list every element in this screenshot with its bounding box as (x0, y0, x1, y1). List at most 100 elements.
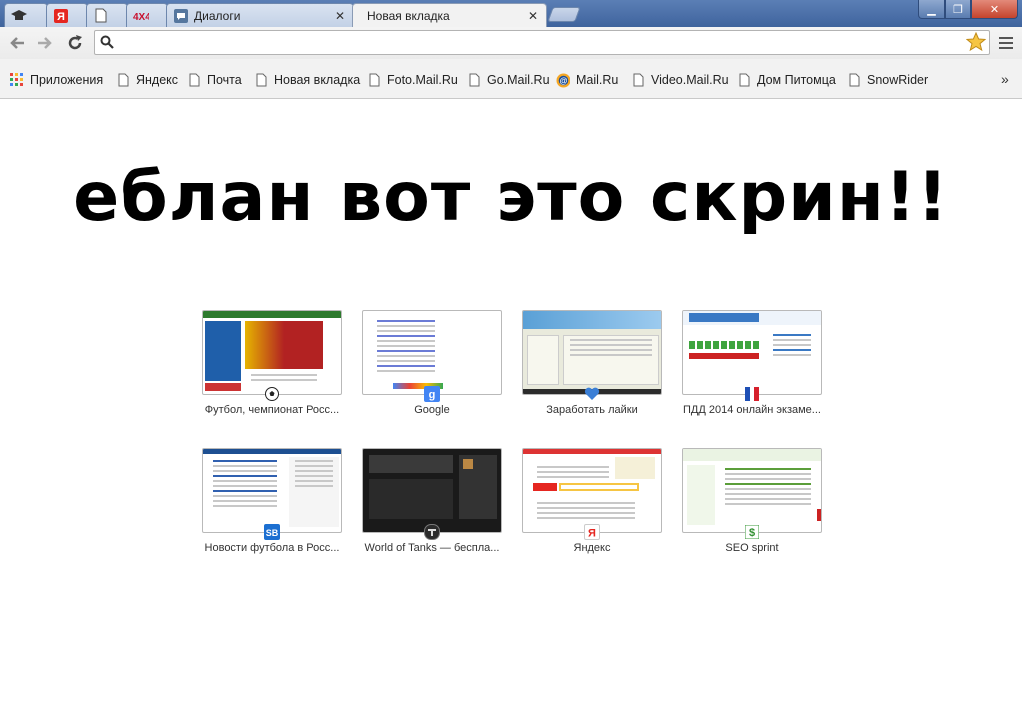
minimize-button[interactable]: ▁ (918, 0, 945, 19)
most-visited-tile[interactable]: Я Яндекс (522, 448, 662, 554)
flag-icon (744, 386, 760, 402)
most-visited-tile[interactable]: World of Tanks — бесплa... (362, 448, 502, 554)
star-icon[interactable] (965, 31, 987, 55)
reload-button[interactable] (64, 32, 86, 54)
hamburger-line (999, 42, 1013, 44)
bookmark-item[interactable]: Foto.Mail.Ru (367, 71, 458, 89)
most-visited-tile[interactable]: ПДД 2014 онлайн экзаме... (682, 310, 822, 416)
overlay-caption: еблан вот это скрин!! (73, 158, 949, 237)
bookmark-label: Новая вкладка (274, 73, 361, 87)
bookmarks-bar: Приложения Яндекс Почта Новая вкладка Fo… (0, 59, 1022, 99)
tab-1[interactable] (4, 3, 48, 27)
svg-text:@: @ (560, 76, 568, 85)
sb-icon: SB (264, 524, 280, 540)
chat-icon (173, 8, 189, 24)
bookmark-item[interactable]: Яндекс (116, 71, 178, 89)
bookmark-label: Дом Питомца (757, 73, 836, 87)
tile-title: Футбол, чемпионат Росс... (204, 404, 340, 416)
wot-icon (424, 524, 440, 540)
4x4-icon: 4X4 (133, 8, 149, 24)
new-tab-button[interactable] (547, 7, 581, 22)
bookmarks-overflow-button[interactable]: » (1001, 71, 1009, 87)
bookmark-apps[interactable]: Приложения (10, 71, 103, 89)
soccer-ball-icon (264, 386, 280, 402)
tab-2[interactable]: Я (46, 3, 88, 27)
bookmark-item[interactable]: SnowRider (847, 71, 928, 89)
address-input[interactable] (119, 33, 959, 52)
svg-text:g: g (429, 389, 436, 401)
tile-thumbnail[interactable] (362, 448, 502, 533)
most-visited-tile[interactable]: Заработать лайки (522, 310, 662, 416)
bookmark-label: Mail.Ru (576, 73, 619, 87)
bookmark-label: Go.Mail.Ru (487, 73, 550, 87)
page-icon (467, 72, 481, 88)
page-icon (187, 72, 201, 88)
svg-text:$: $ (749, 527, 755, 539)
tile-thumbnail[interactable] (682, 310, 822, 395)
mailru-at-icon: @ (556, 72, 570, 88)
tile-title: Новости футбола в Росс... (204, 542, 340, 554)
hamburger-line (999, 47, 1013, 49)
tile-thumbnail[interactable] (522, 448, 662, 533)
tile-thumbnail[interactable] (522, 310, 662, 395)
heart-icon (584, 386, 600, 402)
bookmark-label: SnowRider (867, 73, 929, 87)
tile-thumbnail[interactable] (202, 448, 342, 533)
tab-4[interactable]: 4X4 (126, 3, 168, 27)
yandex-icon: Я (53, 8, 69, 24)
page-icon (367, 72, 381, 88)
bookmark-label: Приложения (30, 73, 104, 87)
svg-text:SB: SB (266, 528, 279, 538)
apps-grid-icon (10, 72, 24, 88)
most-visited-tile[interactable]: $ SEO sprint (682, 448, 822, 554)
most-visited-tile[interactable]: g Google (362, 310, 502, 416)
tab-title: Новая вкладка (367, 9, 450, 23)
graduation-cap-icon (11, 8, 27, 24)
close-icon[interactable]: ✕ (335, 10, 347, 22)
tab-active[interactable]: Новая вкладка ✕ (352, 3, 547, 27)
page-icon (93, 8, 109, 24)
bookmark-label: Яндекс (136, 73, 179, 87)
page-icon (116, 72, 130, 88)
reload-icon (68, 35, 82, 50)
bookmark-item[interactable]: Go.Mail.Ru (467, 71, 550, 89)
tile-thumbnail[interactable] (362, 310, 502, 395)
tile-title: SEO sprint (725, 542, 779, 554)
toolbar (0, 27, 1022, 59)
svg-text:Я: Я (57, 11, 65, 23)
title-bar: Я 4X4 Диалоги ✕ Новая вкладка ✕ ▁ ❐ ✕ (0, 0, 1022, 27)
maximize-button[interactable]: ❐ (945, 0, 971, 19)
bookmark-label: Video.Mail.Ru (651, 73, 729, 87)
omnibox[interactable] (94, 30, 990, 55)
page-icon (737, 72, 751, 88)
page-icon (847, 72, 861, 88)
bookmark-item[interactable]: Дом Питомца (737, 71, 836, 89)
forward-button[interactable] (34, 32, 56, 54)
tile-title: Google (414, 404, 450, 416)
most-visited-tile[interactable]: SB Новости футбола в Росс... (202, 448, 342, 554)
tab-5[interactable]: Диалоги ✕ (166, 3, 354, 27)
back-button[interactable] (6, 32, 28, 54)
bookmark-item[interactable]: Новая вкладка (254, 71, 360, 89)
tile-title: ПДД 2014 онлайн экзаме... (683, 404, 821, 416)
arrow-left-icon (10, 37, 24, 49)
google-icon: g (424, 386, 440, 402)
close-icon[interactable]: ✕ (528, 10, 540, 22)
page-icon (631, 72, 645, 88)
tile-thumbnail[interactable] (682, 448, 822, 533)
tile-title: Заработать лайки (546, 404, 638, 416)
yandex-icon: Я (584, 524, 600, 540)
most-visited-tile[interactable]: Футбол, чемпионат Росс... (202, 310, 342, 416)
tab-3[interactable] (86, 3, 128, 27)
close-window-button[interactable]: ✕ (971, 0, 1018, 19)
bookmark-item[interactable]: @ Mail.Ru (556, 71, 618, 89)
tile-thumbnail[interactable] (202, 310, 342, 395)
seosprint-icon: $ (744, 524, 760, 540)
bookmark-item[interactable]: Почта (187, 71, 242, 89)
page-icon (254, 72, 268, 88)
menu-button[interactable] (996, 33, 1016, 53)
bookmark-label: Foto.Mail.Ru (387, 73, 458, 87)
bookmark-item[interactable]: Video.Mail.Ru (631, 71, 729, 89)
search-icon (100, 35, 114, 52)
tab-title: Диалоги (194, 8, 241, 23)
